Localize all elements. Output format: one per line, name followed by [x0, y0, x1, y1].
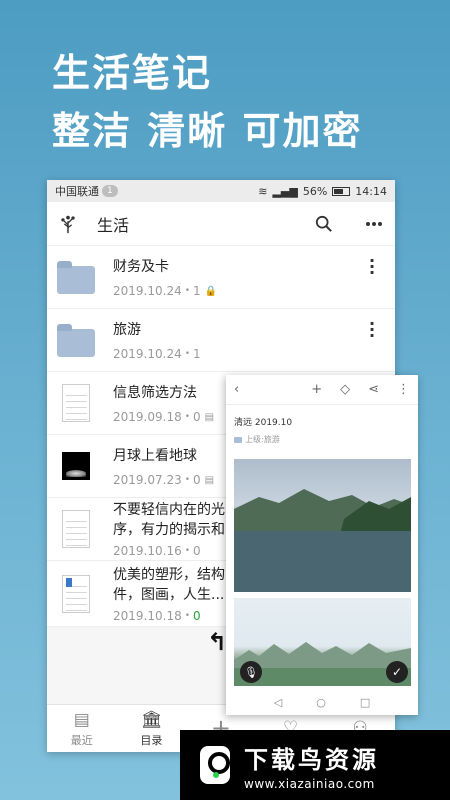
- list-item[interactable]: 旅游 2019.10.24 • 1 · · ·: [47, 309, 395, 372]
- watermark-logo: [200, 746, 230, 784]
- parent-folder-link[interactable]: 上级:旅游: [226, 432, 418, 453]
- item-title: 旅游: [113, 322, 141, 338]
- bank-icon: 🏛: [140, 709, 163, 730]
- headline-line1: 生活笔记: [52, 51, 213, 95]
- document-thumbnail: [62, 384, 90, 422]
- bookmarked-document-thumbnail: [62, 574, 90, 613]
- list-item[interactable]: 财务及卡 2019.10.24 • 1 🔒 · · ·: [47, 246, 395, 309]
- item-menu-icon[interactable]: · · ·: [367, 253, 377, 281]
- note-icon: ▤: [204, 411, 215, 423]
- carrier-name: 中国联通: [55, 185, 99, 198]
- status-bar: 中国联通 1 ≋ ▂▄▆ 56% 14:14: [47, 180, 395, 202]
- folder-icon: [57, 324, 95, 357]
- return-arrow-icon: ↰: [207, 628, 228, 656]
- item-count: 0: [193, 410, 201, 424]
- share-icon[interactable]: ⋖: [368, 382, 379, 397]
- item-count: 0: [193, 544, 201, 558]
- item-title: 优美的塑形，结构 件，图画，人生...: [113, 566, 225, 603]
- system-recents-icon[interactable]: □: [360, 696, 370, 709]
- system-nav-bar: ◁ ○ □: [226, 689, 418, 715]
- note-icon: ▤: [204, 474, 215, 486]
- nav-recent[interactable]: ▤ 最近: [47, 705, 117, 752]
- card-toolbar: ‹ + ◇ ⋖ ⋮: [226, 375, 418, 405]
- note-heading: 清远 2019.10: [234, 418, 293, 428]
- search-icon[interactable]: [313, 213, 335, 235]
- more-options-icon[interactable]: [363, 213, 385, 235]
- headline-line2: 整洁 清晰 可加密: [52, 109, 363, 153]
- item-count: 0: [193, 473, 201, 487]
- microphone-icon[interactable]: 🎙: [240, 661, 262, 683]
- item-date: 2019.10.24: [113, 284, 182, 298]
- item-date: 2019.10.16: [113, 544, 182, 558]
- nav-catalog[interactable]: 🏛 目录: [117, 705, 187, 752]
- watermark-name: 下载鸟资源: [244, 745, 379, 774]
- watermark: 下载鸟资源 www.xiazainiao.com: [180, 730, 450, 800]
- page-title: 生活: [97, 215, 130, 235]
- carrier-badge: 1: [102, 185, 118, 197]
- item-date: 2019.09.18: [113, 410, 182, 424]
- item-count: 1: [193, 284, 201, 298]
- battery-icon: [332, 186, 351, 196]
- item-date: 2019.10.18: [113, 608, 182, 623]
- system-back-icon[interactable]: ◁: [274, 696, 282, 709]
- more-icon[interactable]: ⋮: [397, 382, 410, 397]
- tree-logo-icon: [61, 215, 75, 233]
- item-date: 2019.07.23: [113, 473, 182, 487]
- item-menu-icon[interactable]: · · ·: [367, 316, 377, 344]
- lock-icon: 🔒: [204, 285, 218, 297]
- confirm-check-icon[interactable]: ✓: [386, 661, 408, 683]
- back-icon[interactable]: ‹: [234, 382, 239, 397]
- item-title: 不要轻信内在的光 序，有力的揭示和: [113, 502, 225, 538]
- signal-icon: ▂▄▆: [272, 184, 298, 198]
- recent-icon: ▤: [73, 709, 90, 730]
- note-detail-card: ‹ + ◇ ⋖ ⋮ 清远 2019.10 上级:旅游 🎙 ✓ ◁ ○ □: [226, 375, 418, 715]
- item-count: 1: [193, 347, 201, 361]
- item-count: 0: [193, 608, 201, 623]
- folder-icon: [234, 436, 242, 443]
- clock: 14:14: [355, 184, 387, 198]
- item-date: 2019.10.24: [113, 347, 182, 361]
- system-home-icon[interactable]: ○: [316, 696, 326, 709]
- landscape-photo: [233, 459, 411, 592]
- watermark-url: www.xiazainiao.com: [244, 776, 375, 791]
- wifi-icon: ≋: [258, 184, 268, 198]
- battery-percent: 56%: [302, 184, 328, 198]
- item-title: 财务及卡: [113, 259, 169, 275]
- folder-icon: [57, 261, 95, 294]
- moon-photo-thumbnail: [62, 452, 90, 480]
- tag-icon[interactable]: ◇: [340, 382, 350, 397]
- add-icon[interactable]: +: [311, 382, 322, 397]
- document-thumbnail: [62, 510, 90, 548]
- app-bar: 生活: [47, 202, 395, 246]
